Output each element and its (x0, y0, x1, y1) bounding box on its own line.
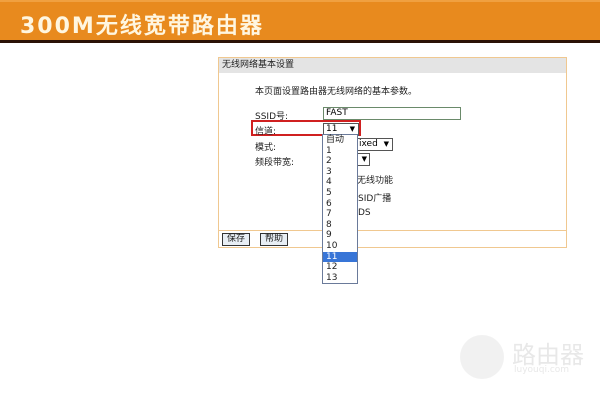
channel-option[interactable]: 3 (323, 167, 357, 178)
channel-option[interactable]: 自动 (323, 135, 357, 146)
wireless-settings-panel: 无线网络基本设置 本页面设置路由器无线网络的基本参数。 SSID号: FAST … (218, 57, 567, 248)
bandwidth-select[interactable]: ▼ (356, 153, 370, 166)
enable-wireless-option[interactable]: 无线功能 (357, 173, 393, 186)
channel-option-selected[interactable]: 11 (323, 251, 357, 263)
enable-wds-option[interactable]: DS (358, 208, 371, 218)
channel-option[interactable]: 8 (323, 220, 357, 231)
help-button[interactable]: 帮助 (260, 233, 289, 246)
channel-option[interactable]: 1 (323, 146, 357, 157)
panel-description: 本页面设置路由器无线网络的基本参数。 (255, 87, 418, 97)
ssid-input[interactable]: FAST (323, 107, 461, 120)
channel-dropdown-list[interactable]: 自动 1 2 3 4 5 6 7 8 9 10 11 12 13 (322, 134, 358, 285)
mode-select[interactable]: ixed ▼ (356, 138, 393, 151)
bandwidth-label: 频段带宽: (255, 158, 295, 168)
channel-value: 11 (326, 124, 338, 134)
channel-option[interactable]: 10 (323, 241, 357, 252)
channel-option[interactable]: 13 (323, 273, 357, 284)
router-logo-icon (460, 335, 504, 379)
channel-option[interactable]: 2 (323, 156, 357, 167)
chevron-down-icon: ▼ (361, 155, 367, 163)
channel-option[interactable]: 5 (323, 188, 357, 199)
channel-option[interactable]: 7 (323, 209, 357, 220)
mode-label: 模式: (255, 143, 277, 153)
channel-option[interactable]: 6 (323, 199, 357, 210)
channel-option[interactable]: 12 (323, 262, 357, 273)
button-bar: 保存 帮助 (219, 230, 566, 247)
panel-title: 无线网络基本设置 (219, 58, 566, 73)
channel-label: 信道: (255, 127, 277, 137)
watermark-url: luyouqi.com (514, 365, 570, 375)
mode-value: ixed (359, 139, 378, 149)
app-title: 300M无线宽带路由器 (20, 14, 264, 39)
chevron-down-icon: ▼ (383, 140, 389, 148)
channel-option[interactable]: 4 (323, 177, 357, 188)
enable-ssid-broadcast-option[interactable]: SID广播 (358, 191, 391, 204)
header-divider (0, 40, 600, 43)
channel-option[interactable]: 9 (323, 230, 357, 241)
app-header: 300M无线宽带路由器 (0, 0, 600, 40)
save-button[interactable]: 保存 (222, 233, 251, 246)
